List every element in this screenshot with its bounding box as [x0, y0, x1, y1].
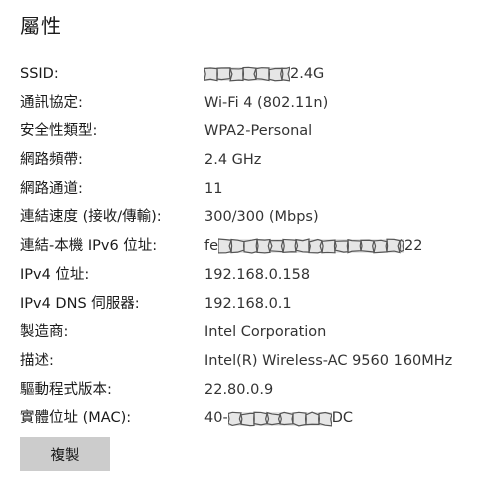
property-value: Intel(R) Wireless-AC 9560 160MHz [204, 352, 453, 369]
property-value-suffix: 2.4G [290, 66, 325, 82]
redaction-mask [218, 238, 405, 255]
property-row-link-speed: 連結速度 (接收/傳輸): 300/300 (Mbps) [20, 203, 490, 232]
property-value-ssid: 2.4G [204, 60, 324, 89]
property-label: 描述: [20, 352, 54, 369]
redaction-scribble [218, 238, 405, 255]
property-label: 通訊協定: [20, 94, 83, 111]
property-label: 網路通道: [20, 180, 83, 197]
copy-button[interactable]: 複製 [20, 437, 110, 471]
property-value: 11 [204, 180, 223, 197]
property-value: Intel Corporation [204, 324, 327, 341]
property-row-ipv6-address: 連結-本機 IPv6 位址: fe 22 [20, 232, 490, 261]
property-label: 實體位址 (MAC): [20, 410, 132, 427]
property-row-ssid: SSID: 2.4G [20, 60, 490, 89]
property-value: 300/300 (Mbps) [204, 209, 319, 226]
property-value-prefix: 40- [204, 410, 228, 427]
redaction-scribble [227, 411, 332, 427]
property-label: 連結-本機 IPv6 位址: [20, 238, 158, 255]
property-row-network-channel: 網路通道: 11 [20, 175, 490, 204]
property-value-prefix: fe [204, 238, 219, 255]
redaction-scribble [204, 66, 290, 82]
property-label: IPv4 DNS 伺服器: [20, 295, 140, 312]
property-value: 2.4 GHz [204, 152, 262, 169]
property-row-manufacturer: 製造商: Intel Corporation [20, 318, 490, 347]
property-label: IPv4 位址: [20, 266, 90, 283]
property-value: 22.80.0.9 [204, 381, 274, 398]
property-label: 製造商: [20, 324, 69, 341]
property-row-description: 描述: Intel(R) Wireless-AC 9560 160MHz [20, 347, 490, 376]
property-row-mac-address: 實體位址 (MAC): 40- DC [20, 404, 490, 433]
property-label: 連結速度 (接收/傳輸): [20, 209, 162, 226]
property-value-mac: 40- DC [204, 404, 353, 433]
property-value: WPA2-Personal [204, 123, 313, 140]
property-row-ipv4-address: IPv4 位址: 192.168.0.158 [20, 261, 490, 290]
redaction-mask [227, 411, 332, 427]
property-value-suffix: 22 [404, 238, 423, 255]
property-row-protocol: 通訊協定: Wi-Fi 4 (802.11n) [20, 89, 490, 118]
property-label: SSID: [20, 66, 59, 82]
property-row-ipv4-dns: IPv4 DNS 伺服器: 192.168.0.1 [20, 290, 490, 319]
property-value: Wi-Fi 4 (802.11n) [204, 94, 329, 111]
property-value-ipv6: fe 22 [204, 232, 422, 261]
property-value-suffix: DC [331, 410, 353, 427]
property-row-security-type: 安全性類型: WPA2-Personal [20, 117, 490, 146]
property-row-driver-version: 驅動程式版本: 22.80.0.9 [20, 376, 490, 405]
property-value: 192.168.0.1 [204, 295, 292, 312]
property-value: 192.168.0.158 [204, 266, 311, 283]
property-row-network-band: 網路頻帶: 2.4 GHz [20, 146, 490, 175]
property-label: 網路頻帶: [20, 152, 83, 169]
redaction-mask [204, 66, 290, 82]
properties-list: SSID: 2.4G 通訊協定: Wi-Fi 4 (802.11n) 安全性類型… [20, 60, 490, 433]
property-label: 安全性類型: [20, 123, 98, 140]
property-label: 驅動程式版本: [20, 381, 112, 398]
page-title: 屬性 [20, 14, 62, 38]
